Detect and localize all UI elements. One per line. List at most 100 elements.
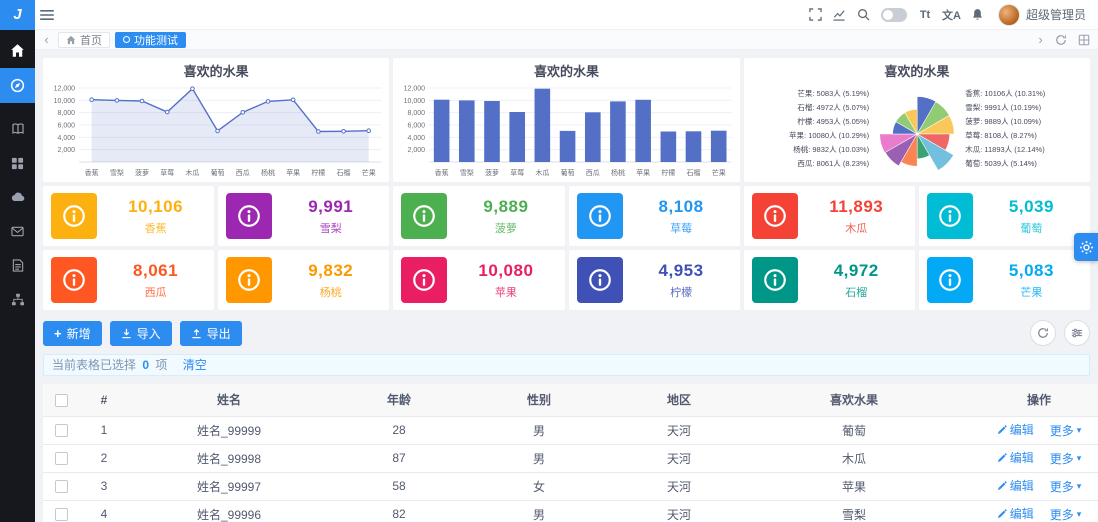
font-size-button[interactable]: Tt [913, 0, 937, 30]
more-button[interactable]: 更多 ▾ [1050, 422, 1082, 439]
column-settings-button[interactable] [1064, 320, 1090, 346]
svg-text:雪梨: 9991人 (10.19%): 雪梨: 9991人 (10.19%) [965, 103, 1041, 112]
svg-text:石榴: 石榴 [337, 168, 351, 177]
bell-icon [973, 9, 983, 20]
cell-name: 姓名_99996 [129, 500, 329, 522]
stat-icon-badge [226, 193, 273, 239]
tab-label: 首页 [80, 34, 102, 47]
row-checkbox[interactable] [54, 480, 68, 494]
sidebar-item-home[interactable] [0, 34, 35, 66]
svg-text:芒果: 芒果 [712, 168, 726, 177]
sidebar-item-apps[interactable] [0, 147, 35, 179]
more-button[interactable]: 更多 ▾ [1050, 450, 1082, 467]
translate-button[interactable]: 文A [937, 0, 966, 30]
row-checkbox[interactable] [54, 424, 68, 438]
edit-button[interactable]: 编辑 [997, 449, 1034, 466]
svg-text:杨桃: 杨桃 [261, 168, 275, 177]
sidebar-item-active-module[interactable] [0, 68, 35, 103]
select-all-checkbox[interactable] [54, 393, 68, 407]
cell-region: 天河 [609, 444, 749, 473]
cell-actions: 编辑 更多 ▾ [959, 416, 1098, 445]
app-logo[interactable]: J [0, 0, 35, 30]
stat-meta: 8,061 西瓜 [97, 261, 214, 300]
stat-label: 葡萄 [1020, 222, 1043, 235]
stat-icon-badge [51, 257, 97, 303]
column-header-0[interactable]: # [79, 384, 129, 417]
hamburger-menu-button[interactable] [35, 0, 59, 30]
tab-home[interactable]: 首页 [58, 31, 110, 48]
column-header-2[interactable]: 年龄 [329, 384, 469, 417]
analytics-icon [833, 10, 845, 21]
svg-text:石榴: 石榴 [687, 168, 701, 177]
user-name[interactable]: 超级管理员 [1026, 6, 1086, 23]
clear-selection-link[interactable]: 清空 [183, 358, 207, 372]
dashboard-compass-icon [10, 78, 25, 93]
stat-icon-badge [751, 193, 798, 239]
svg-text:西瓜: 西瓜 [586, 169, 600, 177]
column-header-3[interactable]: 性别 [469, 384, 609, 417]
notification-bell-button[interactable] [966, 0, 990, 30]
search-button[interactable] [851, 0, 875, 30]
sidebar-item-book[interactable] [0, 113, 35, 145]
row-checkbox[interactable] [54, 508, 68, 522]
edit-button[interactable]: 编辑 [997, 505, 1034, 522]
stat-card-西瓜: 8,061 西瓜 [43, 250, 215, 310]
cell-fruit: 木瓜 [749, 444, 959, 473]
column-header-5[interactable]: 喜欢水果 [749, 384, 959, 417]
book-icon [11, 123, 24, 135]
charts-row: 喜欢的水果 2,000 4,000 6,000 8,000 10,000 12,000 香蕉… [43, 58, 1090, 182]
import-button[interactable]: 导入 [109, 320, 172, 346]
refresh-table-button[interactable] [1030, 320, 1056, 346]
info-icon [413, 269, 436, 291]
info-icon [63, 205, 85, 227]
info-icon [63, 269, 85, 291]
more-button[interactable]: 更多 ▾ [1050, 478, 1082, 495]
layout-grid-button[interactable] [1075, 31, 1093, 49]
selection-suffix: 项 [155, 358, 168, 372]
tab-function-test[interactable]: 功能测试 [115, 31, 186, 48]
edit-button[interactable]: 编辑 [997, 477, 1034, 494]
cell-age: 87 [329, 444, 469, 473]
tab-label: 功能测试 [134, 34, 178, 47]
stat-label: 雪梨 [319, 222, 342, 235]
selection-info-bar: 当前表格已选择 0 项 清空 [43, 354, 1090, 376]
stat-value: 5,083 [1008, 260, 1054, 280]
more-button[interactable]: 更多 ▾ [1050, 506, 1082, 522]
cell-region: 天河 [609, 472, 749, 501]
info-icon [238, 269, 260, 291]
cell-actions: 编辑 更多 ▾ [959, 444, 1098, 473]
column-header-1[interactable]: 姓名 [129, 384, 329, 417]
sidebar-item-document[interactable] [0, 249, 35, 281]
export-button[interactable]: 导出 [179, 320, 242, 346]
user-avatar[interactable] [997, 3, 1020, 26]
stat-card-石榴: 4,972 石榴 [743, 250, 915, 310]
sidebar-item-sitemap[interactable] [0, 283, 35, 315]
top-header: J Tt 文A 超级管理员 [0, 0, 1098, 30]
theme-toggle[interactable] [881, 7, 908, 22]
row-checkbox[interactable] [54, 452, 68, 466]
sidebar-item-cloud[interactable] [0, 181, 35, 213]
add-button[interactable]: + 新增 [43, 320, 102, 346]
sitemap-icon [11, 293, 24, 305]
column-header-6[interactable]: 操作 [959, 384, 1098, 417]
line-chart: 2,000 4,000 6,000 8,000 10,000 12,000 香蕉 雪梨 菠萝 草莓… [54, 86, 382, 177]
settings-gear-button[interactable] [1074, 233, 1098, 261]
info-icon [938, 269, 961, 291]
tabs-scroll-right[interactable]: › [1034, 31, 1047, 49]
info-icon [763, 269, 786, 291]
refresh-tabs-button[interactable] [1052, 31, 1070, 49]
info-icon [413, 205, 436, 227]
svg-text:8,000: 8,000 [408, 110, 426, 117]
mail-icon [11, 226, 24, 236]
tabs-scroll-left[interactable]: ‹ [40, 31, 53, 49]
edit-button[interactable]: 编辑 [997, 421, 1034, 438]
document-icon [12, 258, 23, 272]
fullscreen-button[interactable] [803, 0, 827, 30]
caret-down-icon: ▾ [1076, 452, 1082, 463]
svg-text:香蕉: 香蕉 [435, 168, 449, 177]
analytics-button[interactable] [827, 0, 851, 30]
svg-text:杨桃: 杨桃 [611, 168, 625, 177]
pie-rose-chart: 香蕉: 10106人 (10.31%) 雪梨: 9991人 (10.19%) 菠萝:… [789, 88, 1045, 171]
sidebar-item-mail[interactable] [0, 215, 35, 247]
column-header-4[interactable]: 地区 [609, 384, 749, 417]
